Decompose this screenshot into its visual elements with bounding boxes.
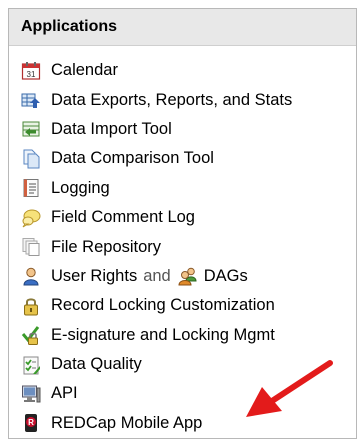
dags-label[interactable]: DAGs <box>204 267 248 286</box>
app-item-label[interactable]: Logging <box>51 179 110 198</box>
app-item-esignature[interactable]: E-signature and Locking Mgmt <box>21 321 356 350</box>
lock-icon <box>21 296 41 316</box>
app-item-label[interactable]: Data Import Tool <box>51 120 172 139</box>
app-item-label[interactable]: File Repository <box>51 238 161 257</box>
app-item-field-comment-log[interactable]: Field Comment Log <box>21 203 356 232</box>
redcap-mobile-icon: R <box>21 413 41 433</box>
app-item-logging[interactable]: Logging <box>21 174 356 203</box>
app-item-data-exports[interactable]: Data Exports, Reports, and Stats <box>21 85 356 114</box>
data-export-icon <box>21 90 41 110</box>
file-repository-icon <box>21 237 41 257</box>
app-item-calendar[interactable]: 31 Calendar <box>21 56 356 85</box>
app-item-label[interactable]: Calendar <box>51 61 118 80</box>
data-import-icon <box>21 119 41 139</box>
user-rights-label[interactable]: User Rights <box>51 267 137 286</box>
app-item-label[interactable]: Record Locking Customization <box>51 296 275 315</box>
red-arrow-annotation <box>246 360 333 417</box>
user-icon <box>21 266 41 286</box>
app-item-label[interactable]: Data Comparison Tool <box>51 149 214 168</box>
app-item-data-import[interactable]: Data Import Tool <box>21 115 356 144</box>
data-comparison-icon <box>21 149 41 169</box>
app-item-user-rights[interactable]: User Rights and DAGs <box>21 262 356 291</box>
svg-text:R: R <box>28 418 34 427</box>
api-icon <box>21 384 41 404</box>
app-item-record-locking[interactable]: Record Locking Customization <box>21 291 356 320</box>
calendar-icon: 31 <box>21 61 41 81</box>
logging-icon <box>21 178 41 198</box>
and-text: and <box>143 266 171 285</box>
app-item-label[interactable]: Data Quality <box>51 355 142 374</box>
app-item-file-repository[interactable]: File Repository <box>21 232 356 261</box>
comment-log-icon <box>21 208 41 228</box>
svg-text:31: 31 <box>27 70 36 79</box>
panel-header: Applications <box>9 9 356 46</box>
app-item-label[interactable]: E-signature and Locking Mgmt <box>51 326 275 345</box>
users-group-icon <box>178 266 198 286</box>
app-item-label[interactable]: Data Exports, Reports, and Stats <box>51 91 292 110</box>
app-item-label[interactable]: Field Comment Log <box>51 208 195 227</box>
app-item-label[interactable]: REDCap Mobile App <box>51 414 202 433</box>
app-item-label[interactable]: API <box>51 384 78 403</box>
panel-title: Applications <box>21 18 118 35</box>
esignature-icon <box>21 325 41 346</box>
checklist-icon <box>21 355 41 375</box>
app-item-data-comparison[interactable]: Data Comparison Tool <box>21 144 356 173</box>
